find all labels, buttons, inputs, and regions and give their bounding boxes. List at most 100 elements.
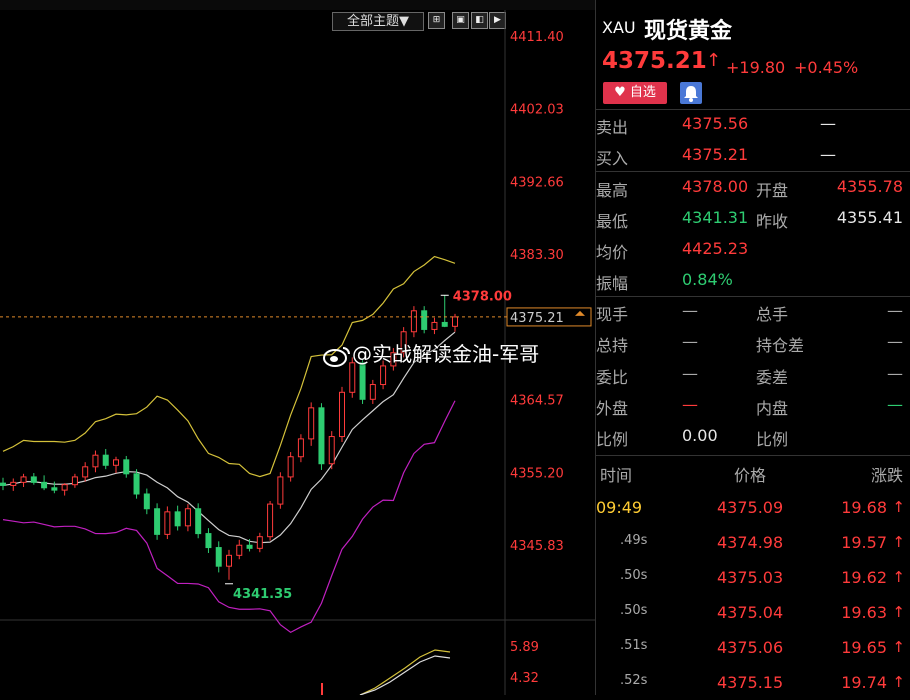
tick-row[interactable]: .50s 4375.04 19.63 ↑: [596, 595, 910, 630]
candle-body: [267, 503, 274, 538]
quote-value: —: [682, 395, 698, 414]
quote-row: 总持 — 持仓差 —: [596, 327, 910, 358]
tick-time: .49s: [620, 533, 648, 548]
price-axis-label: 4383.30: [510, 248, 564, 263]
candle-body: [369, 384, 376, 400]
ticks-header: 时间 价格 涨跌: [596, 458, 910, 488]
quote-label: 均价: [596, 243, 629, 262]
quote-panel: XAU 现货黄金 4375.21 ↑ +19.80 +0.45% ♥ 自选 卖出…: [595, 0, 910, 695]
candle-body: [359, 362, 366, 400]
quote-row: 均价 4425.23: [596, 234, 910, 265]
candle-body: [41, 481, 48, 489]
quote-value: 4425.23: [682, 239, 749, 258]
tick-row[interactable]: .51s 4375.06 19.65 ↑: [596, 630, 910, 665]
quote-row: 最高 4378.00 开盘 4355.78: [596, 172, 910, 203]
candle-body: [205, 533, 212, 549]
quote-row: 最低 4341.31 昨收 4355.41: [596, 203, 910, 234]
symbol-name: 现货黄金: [644, 19, 733, 44]
candle-body: [0, 482, 6, 486]
candle-body: [215, 547, 222, 567]
add-favorite-button[interactable]: ♥ 自选: [603, 82, 667, 104]
quote-value-2: 4355.41: [836, 208, 903, 227]
up-arrow-icon: ↑: [892, 498, 905, 516]
watermark-text: @实战解读金油-军哥: [352, 342, 540, 366]
candle-body: [20, 476, 27, 483]
weibo-icon: [323, 346, 350, 367]
quote-label-2: 昨收: [756, 212, 789, 231]
quote-row: 卖出 4375.56 —: [596, 109, 910, 140]
divider: [596, 171, 910, 172]
tick-price: 4375.15: [717, 673, 784, 692]
kline-chart[interactable]: 全部主题▼ ⊞ ▣ ◧ ▶ 4411.40 4402.03 4392.66 4383.…: [0, 0, 595, 695]
quote-label: 最低: [596, 212, 629, 231]
tick-price: 4374.98: [717, 533, 784, 552]
candle-body: [61, 484, 68, 491]
quote-value-2: —: [887, 301, 903, 320]
candle-body: [380, 365, 387, 386]
quote-label: 最高: [596, 181, 629, 200]
quote-label: 振幅: [596, 274, 629, 293]
quote-value: —: [682, 301, 698, 320]
quote-label-2: 开盘: [756, 181, 789, 200]
candle-body: [174, 511, 181, 527]
divider: [596, 296, 910, 297]
candle-body: [431, 321, 438, 330]
quote-value: —: [682, 332, 698, 351]
quote-row: 比例 0.00 比例: [596, 421, 910, 452]
quote-value: 4375.21: [682, 145, 749, 164]
candle-body: [318, 407, 325, 465]
current-price-label: 4375.21: [510, 311, 564, 326]
watermark: @实战解读金油-军哥: [322, 338, 539, 367]
quote-label: 卖出: [596, 118, 629, 137]
candle-body: [277, 476, 284, 505]
price-axis-label: 4402.03: [510, 103, 564, 118]
candle-body: [308, 407, 315, 440]
header-time: 时间: [600, 466, 633, 485]
tick-row[interactable]: 09:49 4375.09 19.68 ↑: [596, 490, 910, 525]
tick-price: 4375.09: [717, 498, 784, 517]
candle-body: [164, 511, 171, 535]
quote-value: —: [682, 364, 698, 383]
divider: [596, 455, 910, 456]
bell-icon: [684, 86, 698, 102]
up-arrow-icon: ↑: [892, 533, 905, 551]
header-change: 涨跌: [870, 466, 903, 485]
candle-body: [184, 508, 191, 527]
alert-button[interactable]: [680, 82, 702, 104]
tick-row[interactable]: .50s 4375.03 19.62 ↑: [596, 560, 910, 595]
tick-time: .50s: [620, 603, 648, 618]
candle-body: [123, 459, 130, 475]
quote-value: 4341.31: [682, 208, 749, 227]
tick-change: 19.65: [841, 638, 887, 657]
price-change-pct: +0.45%: [794, 58, 859, 77]
quote-value: 0.84%: [682, 270, 733, 289]
candle-body: [328, 436, 335, 465]
heart-icon: ♥: [614, 85, 626, 100]
quote-value-2: —: [887, 364, 903, 383]
candle-body: [82, 466, 89, 478]
quote-label: 总持: [596, 336, 629, 355]
candle-body: [349, 362, 356, 393]
price-axis-label: 4392.66: [510, 175, 564, 190]
quote-value: 4375.56: [682, 114, 749, 133]
candle-body: [410, 310, 417, 333]
quote-value-2: 4355.78: [836, 177, 903, 196]
quote-label: 比例: [596, 430, 629, 449]
candle-body: [51, 487, 58, 491]
tick-row[interactable]: .49s 4374.98 19.57 ↑: [596, 525, 910, 560]
quote-label-2: 委差: [756, 368, 789, 387]
tick-time: .52s: [620, 673, 648, 688]
quote-label: 现手: [596, 305, 629, 324]
candle-body: [154, 508, 161, 535]
quote-label: 外盘: [596, 399, 629, 418]
candle-body: [339, 391, 345, 438]
candle-body: [133, 473, 140, 495]
tick-price: 4375.04: [717, 603, 784, 622]
up-arrow-icon: ↑: [892, 568, 905, 586]
candle-body: [236, 544, 243, 556]
indicator-axis-label: 4.32: [510, 671, 539, 686]
quote-label: 委比: [596, 368, 629, 387]
candle-body: [30, 476, 37, 483]
candle-body: [246, 544, 253, 549]
candle-body: [195, 508, 202, 535]
